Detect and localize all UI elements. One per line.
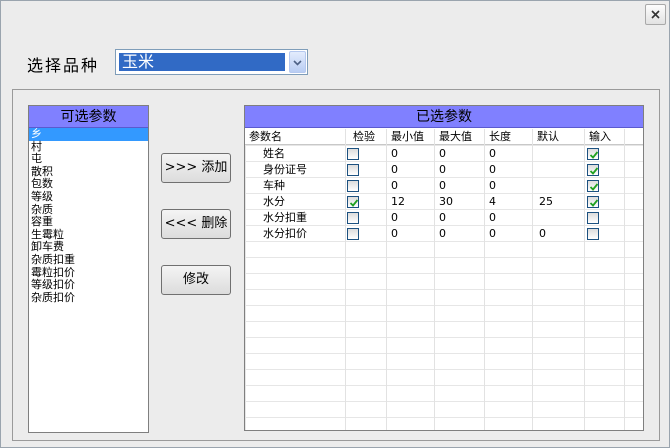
available-params-header: 可选参数 bbox=[29, 106, 148, 128]
available-param-item[interactable]: 容重 bbox=[29, 216, 148, 229]
param-max: 0 bbox=[439, 227, 446, 240]
available-param-item[interactable]: 等级扣价 bbox=[29, 279, 148, 292]
param-min: 0 bbox=[391, 179, 398, 192]
param-max: 0 bbox=[439, 163, 446, 176]
param-len: 0 bbox=[489, 147, 496, 160]
check-checkbox[interactable] bbox=[347, 180, 359, 192]
chevron-down-icon bbox=[293, 60, 302, 66]
param-len: 0 bbox=[489, 227, 496, 240]
param-row[interactable]: 车种 0 0 0 bbox=[245, 178, 643, 194]
available-param-item[interactable]: 等级 bbox=[29, 190, 148, 204]
param-max: 0 bbox=[439, 147, 446, 160]
param-row[interactable]: 身份证号 0 0 0 bbox=[245, 162, 643, 178]
param-len: 0 bbox=[489, 163, 496, 176]
param-name: 水分扣重 bbox=[263, 211, 307, 224]
checkmark-icon bbox=[589, 183, 599, 191]
check-checkbox[interactable] bbox=[347, 228, 359, 240]
add-button[interactable]: >>> 添加 bbox=[161, 153, 231, 183]
column-header: 输入 bbox=[589, 130, 611, 143]
param-row[interactable]: 水分扣重 0 0 0 bbox=[245, 210, 643, 226]
param-min: 12 bbox=[391, 195, 405, 208]
check-checkbox[interactable] bbox=[347, 196, 359, 208]
param-name: 水分扣价 bbox=[263, 227, 307, 240]
input-checkbox[interactable] bbox=[587, 180, 599, 192]
close-button[interactable] bbox=[645, 4, 666, 25]
param-min: 0 bbox=[391, 211, 398, 224]
param-name: 水分 bbox=[263, 195, 285, 208]
close-icon bbox=[651, 10, 660, 19]
column-header: 检验 bbox=[353, 130, 375, 143]
param-len: 0 bbox=[489, 179, 496, 192]
checkmark-icon bbox=[589, 199, 599, 207]
variety-select[interactable]: 玉米 bbox=[115, 49, 308, 75]
param-default: 0 bbox=[539, 227, 546, 240]
modify-button[interactable]: 修改 bbox=[161, 265, 231, 295]
param-max: 0 bbox=[439, 211, 446, 224]
check-checkbox[interactable] bbox=[347, 212, 359, 224]
dialog-window: 选择品种 玉米 可选参数 乡村屯散积 包数 等级 杂质 容重 生霉粒 卸车费 杂质扣重 霉粒扣价… bbox=[0, 0, 670, 448]
param-len: 4 bbox=[489, 195, 496, 208]
variety-selected-value: 玉米 bbox=[119, 53, 285, 71]
input-checkbox[interactable] bbox=[587, 164, 599, 176]
column-header: 最小值 bbox=[391, 130, 424, 143]
checkmark-icon bbox=[589, 151, 599, 159]
param-default: 25 bbox=[539, 195, 553, 208]
param-min: 0 bbox=[391, 227, 398, 240]
checkmark-icon bbox=[349, 199, 359, 207]
checkmark-icon bbox=[589, 167, 599, 175]
param-max: 0 bbox=[439, 179, 446, 192]
param-row[interactable]: 姓名 0 0 0 bbox=[245, 146, 643, 162]
param-max: 30 bbox=[439, 195, 453, 208]
available-param-item[interactable]: 乡 bbox=[29, 127, 148, 141]
param-min: 0 bbox=[391, 147, 398, 160]
input-checkbox[interactable] bbox=[587, 228, 599, 240]
available-param-item[interactable]: 杂质扣重 bbox=[29, 253, 148, 267]
input-checkbox[interactable] bbox=[587, 212, 599, 224]
column-header: 参数名 bbox=[249, 130, 282, 143]
available-params-list[interactable]: 乡村屯散积 包数 等级 杂质 容重 生霉粒 卸车费 杂质扣重 霉粒扣价 等级扣价 杂质扣价 bbox=[29, 127, 148, 305]
param-name: 身份证号 bbox=[263, 163, 307, 176]
selected-params-panel: 已选参数 参数名 检验 最小值 最大值 长度 默认 输入 姓名 0 0 0 身份证号 0 0 0 车种 0 0 0… bbox=[244, 105, 644, 431]
param-name: 车种 bbox=[263, 179, 285, 192]
column-header: 最大值 bbox=[439, 130, 472, 143]
input-checkbox[interactable] bbox=[587, 196, 599, 208]
available-param-item[interactable]: 杂质扣价 bbox=[29, 291, 148, 305]
variety-label: 选择品种 bbox=[27, 56, 100, 75]
param-name: 姓名 bbox=[263, 147, 285, 160]
param-min: 0 bbox=[391, 163, 398, 176]
input-checkbox[interactable] bbox=[587, 148, 599, 160]
check-checkbox[interactable] bbox=[347, 164, 359, 176]
param-row[interactable]: 水分 12 30 4 25 bbox=[245, 194, 643, 210]
param-len: 0 bbox=[489, 211, 496, 224]
column-header: 默认 bbox=[537, 130, 559, 143]
available-param-item[interactable]: 屯 bbox=[29, 153, 148, 166]
selected-params-header: 已选参数 bbox=[245, 106, 643, 128]
available-params-panel: 可选参数 乡村屯散积 包数 等级 杂质 容重 生霉粒 卸车费 杂质扣重 霉粒扣价 等级扣价 杂质扣价 bbox=[28, 105, 149, 433]
available-param-item[interactable]: 村 bbox=[29, 140, 148, 154]
param-row[interactable]: 水分扣价 0 0 0 0 bbox=[245, 226, 643, 242]
delete-button[interactable]: <<< 删除 bbox=[161, 209, 231, 239]
check-checkbox[interactable] bbox=[347, 148, 359, 160]
column-header: 长度 bbox=[489, 130, 511, 143]
dropdown-button[interactable] bbox=[289, 51, 306, 73]
selected-params-grid[interactable]: 参数名 检验 最小值 最大值 长度 默认 输入 姓名 0 0 0 身份证号 0 0 0 车种 0 0 0 水分 12 3… bbox=[245, 129, 643, 430]
